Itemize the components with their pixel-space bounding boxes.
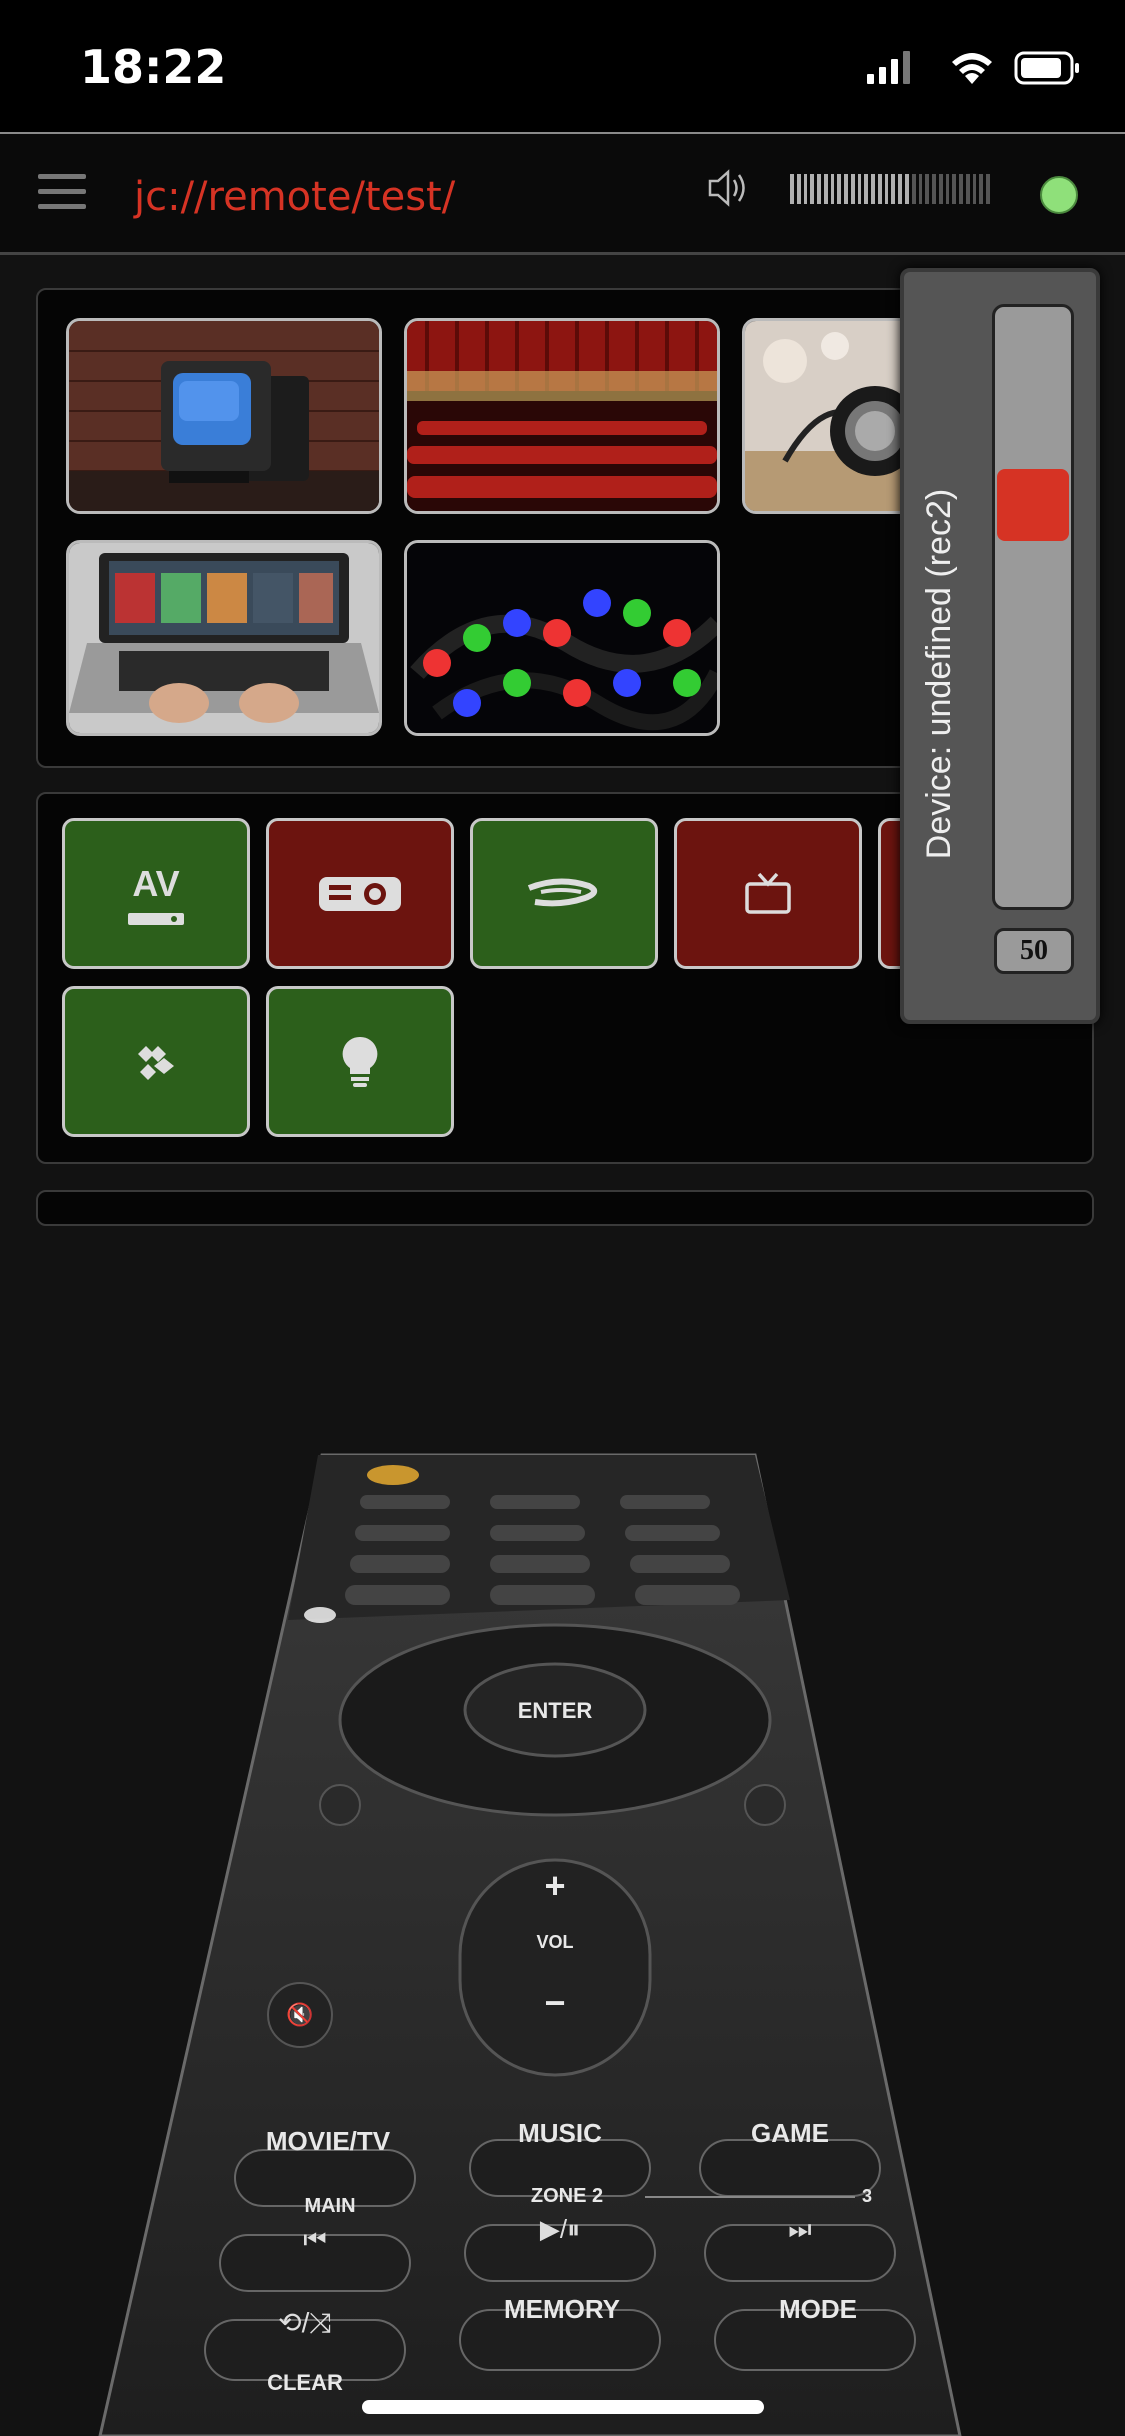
cellular-signal-icon <box>867 51 910 84</box>
device-bluray[interactable] <box>470 818 658 969</box>
volume-meter-bar <box>898 174 903 204</box>
av-receiver-icon: AV <box>132 863 180 904</box>
status-bar: 18:22 <box>0 0 1125 132</box>
scene-laptop[interactable] <box>66 540 382 736</box>
wifi-icon <box>952 53 992 84</box>
scene-cinema[interactable] <box>404 318 720 514</box>
zone2-label: ZONE 2 <box>531 2185 603 2207</box>
volume-meter-bar <box>979 174 984 204</box>
volume-meter-bar <box>884 174 889 204</box>
volume-meter-bar <box>810 174 815 204</box>
music-label: MUSIC <box>518 2118 602 2148</box>
volume-meter-bar <box>837 174 842 204</box>
bluray-icon <box>527 878 598 906</box>
vol-label: VOL <box>536 1932 573 1952</box>
volume-meter[interactable] <box>790 174 990 204</box>
repeat-shuffle-icon: ⟲/⤨ <box>278 2307 332 2338</box>
volume-meter-bar <box>952 174 957 204</box>
retro-tv-photo <box>69 321 379 511</box>
volume-meter-bar <box>796 174 801 204</box>
device-projector[interactable] <box>266 818 454 969</box>
home-indicator[interactable] <box>362 2400 764 2414</box>
volume-slider-handle[interactable] <box>997 469 1069 541</box>
hamburger-menu-icon[interactable] <box>38 174 86 214</box>
mute-icon: 🔇 <box>286 2002 313 2027</box>
app-title: jc://remote/test/ <box>134 174 456 220</box>
memory-label: MEMORY <box>504 2294 620 2324</box>
scene-led[interactable] <box>404 540 720 736</box>
volume-meter-bar <box>918 174 923 204</box>
volume-meter-bar <box>891 174 896 204</box>
volume-meter-bar <box>932 174 936 204</box>
volume-meter-bar <box>938 174 943 204</box>
receiver-base-icon <box>128 913 184 925</box>
vol-up-label: + <box>544 1865 565 1906</box>
projector-icon <box>319 876 401 911</box>
volume-meter-bar <box>945 174 950 204</box>
play-pause-icon: ▶/⏸ <box>540 2214 580 2244</box>
skip-forward-icon: ⏭ <box>788 2214 811 2244</box>
tv-icon <box>745 872 791 914</box>
volume-meter-bar <box>844 174 848 204</box>
remote-control-image: ENTER + VOL − 🔇 MOVIE/TV MUSIC GAME MAIN… <box>98 1453 962 2436</box>
volume-meter-bar <box>877 174 882 204</box>
volume-meter-bar <box>790 174 794 204</box>
connection-status-indicator <box>1040 176 1078 214</box>
volume-meter-bar <box>823 174 828 204</box>
movie-tv-label: MOVIE/TV <box>266 2126 391 2156</box>
device-light[interactable] <box>266 986 454 1137</box>
speaker-icon[interactable] <box>706 166 750 210</box>
volume-device-label: Device: undefined (rec2) <box>920 488 958 860</box>
volume-meter-bar <box>857 174 862 204</box>
volume-meter-bar <box>986 174 990 204</box>
zone3-label: 3 <box>862 2186 872 2206</box>
status-icons <box>867 51 1079 85</box>
main-label: MAIN <box>304 2195 355 2217</box>
empty-panel <box>36 1190 1094 1226</box>
volume-slider[interactable] <box>992 304 1074 910</box>
volume-meter-bar <box>905 174 909 204</box>
device-kodi[interactable] <box>62 986 250 1137</box>
mode-label: MODE <box>779 2294 857 2324</box>
kodi-icon <box>138 1045 174 1080</box>
skip-back-icon: ⏮ <box>303 2224 326 2254</box>
volume-meter-bar <box>803 174 808 204</box>
game-label: GAME <box>751 2118 829 2148</box>
battery-icon <box>1014 51 1079 85</box>
volume-meter-bar <box>864 174 869 204</box>
laptop-photo <box>69 543 379 733</box>
volume-meter-bar <box>965 174 970 204</box>
volume-meter-bar <box>911 174 916 204</box>
volume-meter-bar <box>925 174 930 204</box>
vol-down-label: − <box>544 1982 565 2023</box>
volume-popup: Device: undefined (rec2) 50 <box>900 268 1100 1024</box>
volume-meter-bar <box>871 174 875 204</box>
volume-meter-bar <box>850 174 855 204</box>
scene-tv[interactable] <box>66 318 382 514</box>
volume-meter-bar <box>972 174 977 204</box>
device-tv[interactable] <box>674 818 862 969</box>
theater-seats-photo <box>407 321 717 511</box>
clear-label: CLEAR <box>267 2370 343 2395</box>
volume-value: 50 <box>994 928 1074 974</box>
status-time: 18:22 <box>80 40 227 94</box>
volume-meter-bar <box>959 174 963 204</box>
volume-meter-bar <box>817 174 821 204</box>
led-strip-photo <box>407 543 717 733</box>
enter-button: ENTER <box>518 1698 593 1723</box>
lightbulb-icon <box>342 1036 378 1087</box>
volume-meter-bar <box>830 174 835 204</box>
app-header: jc://remote/test/ <box>0 132 1125 255</box>
device-av-receiver[interactable]: AV <box>62 818 250 969</box>
